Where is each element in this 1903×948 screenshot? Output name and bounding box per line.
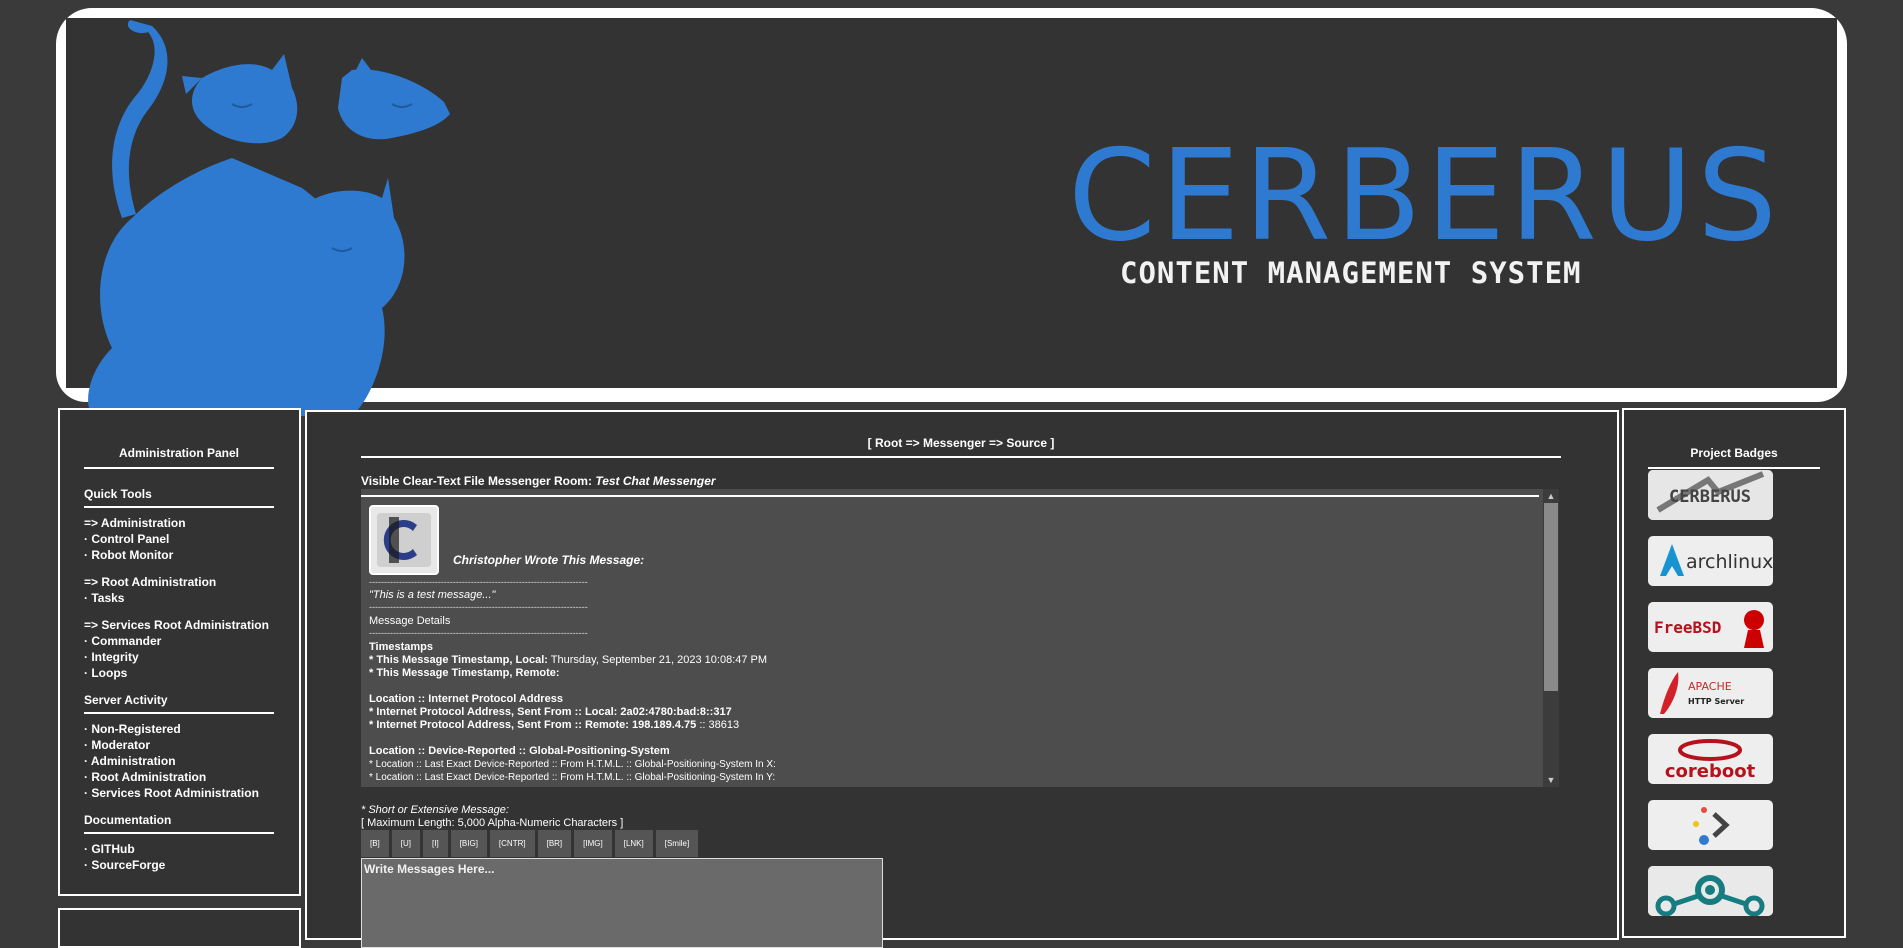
activity-administration[interactable]: · Administration bbox=[84, 753, 274, 769]
message-text: "This is a test message..." bbox=[369, 589, 496, 601]
big-button[interactable]: [BIG] bbox=[450, 830, 487, 857]
message-details-label: Message Details bbox=[369, 615, 451, 627]
quick-tools-heading: Quick Tools bbox=[84, 479, 274, 508]
activity-non-registered[interactable]: · Non-Registered bbox=[84, 721, 274, 737]
nav-tasks[interactable]: · Tasks bbox=[84, 590, 274, 606]
message-log-scrollbar[interactable]: ▲ ▼ bbox=[1543, 489, 1559, 787]
nav-administration[interactable]: => Administration bbox=[84, 515, 274, 531]
cerberus-badge-icon: CERBERUS bbox=[1648, 470, 1773, 520]
room-title: Visible Clear-Text File Messenger Room: … bbox=[361, 474, 716, 488]
project-badges-title: Project Badges bbox=[1648, 446, 1820, 469]
badge-lineageos[interactable] bbox=[1648, 866, 1773, 916]
secondary-left-panel bbox=[58, 908, 301, 948]
site-banner: CERBERUS CONTENT MANAGEMENT SYSTEM bbox=[56, 8, 1847, 416]
underline-button[interactable]: [U] bbox=[391, 830, 421, 857]
project-badges-heading: Project Badges bbox=[1648, 446, 1820, 469]
image-button[interactable]: [IMG] bbox=[574, 830, 612, 857]
italic-button[interactable]: [I] bbox=[423, 830, 448, 857]
documentation-heading: Documentation bbox=[84, 805, 274, 834]
ip-local: * Internet Protocol Address, Sent From :… bbox=[369, 706, 732, 718]
badge-cerberus-label: CERBERUS bbox=[1669, 487, 1751, 507]
gps-y: * Location :: Last Exact Device-Reported… bbox=[369, 772, 776, 783]
apache-feather-icon: APACHE HTTP Server bbox=[1660, 672, 1744, 714]
nav-loops[interactable]: · Loops bbox=[84, 665, 274, 681]
divider-1: ----------------------------------------… bbox=[369, 577, 588, 587]
badge-coreboot[interactable]: coreboot bbox=[1648, 734, 1773, 784]
admin-panel-title: Administration Panel bbox=[84, 446, 274, 469]
nav-services-root-administration[interactable]: => Services Root Administration bbox=[84, 617, 274, 633]
badge-archlinux[interactable]: archlinux bbox=[1648, 536, 1773, 586]
brand-title: CERBERUS bbox=[1068, 122, 1781, 269]
freebsd-daemon-icon: FreeBSD bbox=[1654, 610, 1764, 648]
smile-button[interactable]: [Smile] bbox=[655, 830, 699, 857]
administration-panel: Administration Panel Quick Tools => Admi… bbox=[58, 408, 301, 896]
activity-root-administration[interactable]: · Root Administration bbox=[84, 769, 274, 785]
center-button[interactable]: [CNTR] bbox=[489, 830, 535, 857]
scroll-up-arrow-icon[interactable]: ▲ bbox=[1543, 489, 1559, 503]
nav-robot-monitor[interactable]: · Robot Monitor bbox=[84, 547, 274, 563]
nav-commander[interactable]: · Commander bbox=[84, 633, 274, 649]
doc-github-link[interactable]: · GITHub bbox=[84, 841, 274, 857]
scroll-down-arrow-icon[interactable]: ▼ bbox=[1543, 773, 1559, 787]
project-badges-panel: Project Badges CERBERUS archlinux FreeBS… bbox=[1622, 408, 1846, 938]
message-body: ----------------------------------------… bbox=[369, 505, 1519, 784]
nav-control-panel[interactable]: · Control Panel bbox=[84, 531, 274, 547]
cerberus-mascot-icon bbox=[88, 20, 450, 416]
badge-prompt[interactable] bbox=[1648, 800, 1773, 850]
lineageos-icon bbox=[1648, 866, 1773, 916]
message-log-divider bbox=[361, 495, 1539, 497]
badge-apache-label: APACHE bbox=[1688, 680, 1732, 693]
link-button[interactable]: [LNK] bbox=[614, 830, 653, 857]
nav-integrity[interactable]: · Integrity bbox=[84, 649, 274, 665]
doc-sourceforge-link[interactable]: · SourceForge bbox=[84, 857, 274, 873]
breadcrumb: [ Root => Messenger => Source ] bbox=[361, 436, 1561, 458]
gps-x: * Location :: Last Exact Device-Reported… bbox=[369, 759, 776, 770]
divider-3: ----------------------------------------… bbox=[369, 628, 588, 638]
format-toolbar: [B] [U] [I] [BIG] [CNTR] [BR] [IMG] [LNK… bbox=[361, 830, 699, 857]
prompt-chevron-icon bbox=[1693, 807, 1730, 845]
bold-button[interactable]: [B] bbox=[361, 830, 389, 857]
prompt-label: * Short or Extensive Message: bbox=[361, 804, 509, 816]
timestamps-heading: Timestamps bbox=[369, 641, 433, 653]
server-activity-heading: Server Activity bbox=[84, 685, 274, 714]
room-name: Test Chat Messenger bbox=[595, 474, 716, 488]
arch-logo-icon: archlinux bbox=[1660, 544, 1773, 576]
messenger-panel: [ Root => Messenger => Source ] Visible … bbox=[305, 410, 1619, 948]
banner-inner: CERBERUS CONTENT MANAGEMENT SYSTEM bbox=[66, 18, 1837, 416]
badge-freebsd-label: FreeBSD bbox=[1654, 618, 1721, 637]
room-label: Visible Clear-Text File Messenger Room: bbox=[361, 474, 592, 488]
activity-moderator[interactable]: · Moderator bbox=[84, 737, 274, 753]
brand-subtitle: CONTENT MANAGEMENT SYSTEM bbox=[1120, 256, 1582, 290]
badge-coreboot-label: coreboot bbox=[1665, 761, 1756, 782]
badge-arch-label: archlinux bbox=[1686, 551, 1773, 573]
message-log[interactable]: Christopher Wrote This Message: --------… bbox=[361, 489, 1559, 787]
badge-freebsd[interactable]: FreeBSD bbox=[1648, 602, 1773, 652]
timestamp-remote: * This Message Timestamp, Remote: bbox=[369, 667, 560, 679]
badge-apache-sub: HTTP Server bbox=[1688, 697, 1744, 706]
badge-cerberus[interactable]: CERBERUS bbox=[1648, 470, 1773, 520]
message-compose-input[interactable] bbox=[361, 858, 883, 948]
activity-services-root-administration[interactable]: · Services Root Administration bbox=[84, 785, 274, 801]
message-prompt: * Short or Extensive Message: [ Maximum … bbox=[361, 804, 623, 830]
ip-heading: Location :: Internet Protocol Address bbox=[369, 693, 563, 705]
badge-apache[interactable]: APACHE HTTP Server bbox=[1648, 668, 1773, 718]
line-break-button[interactable]: [BR] bbox=[537, 830, 572, 857]
admin-nav: Administration Panel Quick Tools => Admi… bbox=[84, 446, 274, 873]
max-length-note: [ Maximum Length: 5,000 Alpha-Numeric Ch… bbox=[361, 817, 624, 829]
ip-remote: * Internet Protocol Address, Sent From :… bbox=[369, 719, 740, 731]
timestamp-local: * This Message Timestamp, Local: Thursda… bbox=[369, 654, 768, 666]
divider-2: ----------------------------------------… bbox=[369, 602, 588, 612]
gps-heading: Location :: Device-Reported :: Global-Po… bbox=[369, 745, 670, 757]
coreboot-rabbit-icon: coreboot bbox=[1665, 739, 1756, 782]
nav-root-administration[interactable]: => Root Administration bbox=[84, 574, 274, 590]
scrollbar-thumb[interactable] bbox=[1544, 503, 1558, 691]
